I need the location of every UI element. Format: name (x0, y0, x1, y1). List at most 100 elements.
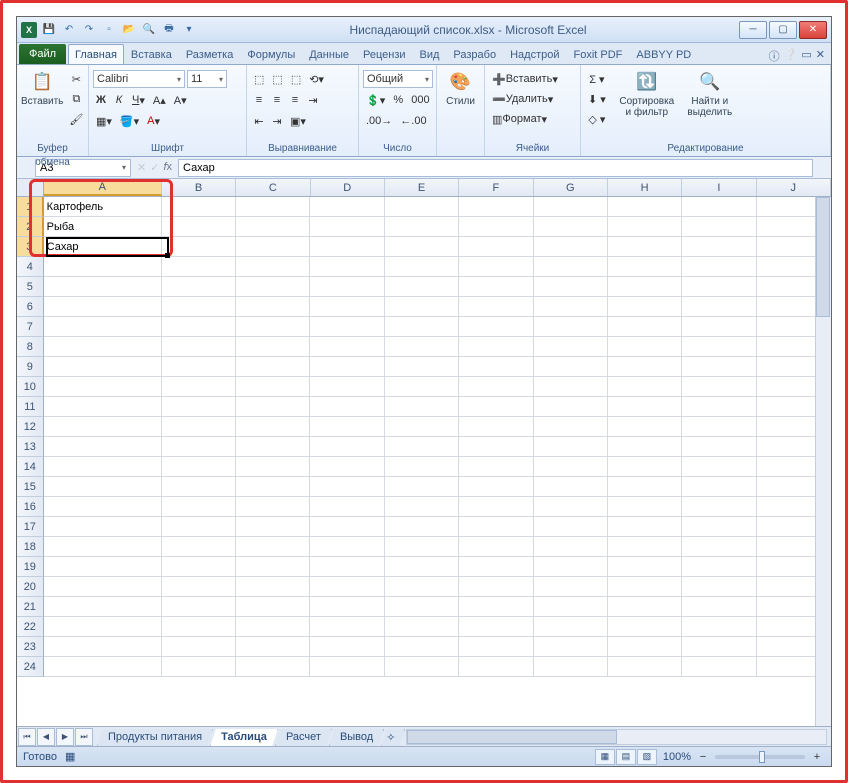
save-icon[interactable]: 💾 (41, 22, 57, 38)
mdi-close-icon[interactable]: ✕ (816, 48, 825, 64)
cell[interactable] (608, 577, 682, 597)
row-header[interactable]: 17 (17, 517, 44, 537)
cell[interactable] (608, 337, 682, 357)
cut-icon[interactable]: ✂ (66, 70, 86, 88)
minimize-ribbon-icon[interactable]: ⓘ (769, 48, 780, 64)
col-header-E[interactable]: E (385, 179, 459, 196)
cell[interactable]: Сахар (44, 237, 162, 257)
row-header[interactable]: 1 (17, 197, 44, 217)
cell[interactable] (162, 477, 236, 497)
row-header[interactable]: 19 (17, 557, 44, 577)
font-name-combo[interactable]: Calibri▾ (93, 70, 185, 88)
tab-formulas[interactable]: Формулы (240, 44, 302, 64)
cell[interactable] (682, 537, 756, 557)
cell[interactable] (310, 377, 384, 397)
align-bottom-icon[interactable]: ⬚ (288, 70, 304, 88)
cell[interactable] (534, 657, 608, 677)
cell[interactable] (682, 217, 756, 237)
row-header[interactable]: 6 (17, 297, 44, 317)
cell[interactable] (682, 237, 756, 257)
cell[interactable] (162, 637, 236, 657)
cell[interactable] (682, 317, 756, 337)
cell[interactable] (236, 337, 310, 357)
row-header[interactable]: 8 (17, 337, 44, 357)
cell[interactable] (682, 277, 756, 297)
cell[interactable] (236, 377, 310, 397)
align-top-icon[interactable]: ⬚ (251, 70, 267, 88)
cell[interactable] (44, 557, 162, 577)
help-icon[interactable]: ❔ (784, 48, 798, 64)
cell[interactable] (385, 437, 459, 457)
cell[interactable] (459, 337, 533, 357)
sheet-nav-last-icon[interactable]: ⏭ (75, 728, 93, 746)
cell[interactable] (608, 597, 682, 617)
autosum-icon[interactable]: Σ ▾ (585, 70, 609, 88)
col-header-A[interactable]: A (44, 179, 162, 196)
mdi-min-icon[interactable]: ▭ (801, 48, 811, 64)
tab-foxit[interactable]: Foxit PDF (567, 44, 630, 64)
border-button[interactable]: ▦▾ (93, 112, 115, 130)
cell[interactable] (608, 217, 682, 237)
cell[interactable] (608, 517, 682, 537)
formula-input[interactable]: Сахар (178, 159, 813, 177)
cell[interactable] (162, 597, 236, 617)
horizontal-scrollbar[interactable] (406, 729, 827, 745)
cell[interactable] (162, 217, 236, 237)
cell[interactable] (534, 317, 608, 337)
cell[interactable] (236, 537, 310, 557)
cell[interactable] (44, 457, 162, 477)
cell[interactable] (44, 597, 162, 617)
cell[interactable] (162, 577, 236, 597)
cell[interactable] (236, 597, 310, 617)
row-header[interactable]: 18 (17, 537, 44, 557)
align-center-icon[interactable]: ≡ (269, 91, 285, 109)
cell[interactable] (682, 337, 756, 357)
col-header-B[interactable]: B (162, 179, 236, 196)
more-icon[interactable]: ▾ (181, 22, 197, 38)
align-middle-icon[interactable]: ⬚ (269, 70, 285, 88)
cell[interactable] (534, 377, 608, 397)
cell[interactable] (385, 297, 459, 317)
worksheet-grid[interactable]: A B C D E F G H I J 1Картофель2Рыба3Саха… (17, 179, 831, 726)
cell[interactable] (459, 457, 533, 477)
increase-decimal-icon[interactable]: .00→ (363, 112, 395, 130)
cell[interactable] (608, 637, 682, 657)
cell[interactable] (310, 277, 384, 297)
row-header[interactable]: 13 (17, 437, 44, 457)
col-header-I[interactable]: I (682, 179, 756, 196)
cell[interactable] (608, 417, 682, 437)
cell[interactable] (534, 577, 608, 597)
cell[interactable] (385, 497, 459, 517)
cell[interactable] (682, 257, 756, 277)
cell[interactable] (385, 617, 459, 637)
cell[interactable] (236, 277, 310, 297)
cell[interactable] (236, 477, 310, 497)
cell[interactable] (459, 517, 533, 537)
orientation-icon[interactable]: ⟲▾ (306, 70, 327, 88)
format-painter-icon[interactable]: 🖌 (66, 110, 86, 128)
cell[interactable]: Картофель (44, 197, 162, 217)
minimize-button[interactable]: ─ (739, 21, 767, 39)
cell[interactable] (608, 237, 682, 257)
cell[interactable] (162, 457, 236, 477)
cell[interactable] (459, 317, 533, 337)
cell[interactable] (310, 437, 384, 457)
cell[interactable] (534, 237, 608, 257)
cell[interactable] (310, 537, 384, 557)
cell[interactable] (608, 497, 682, 517)
cell[interactable] (608, 397, 682, 417)
tab-developer[interactable]: Разрабо (446, 44, 503, 64)
cell[interactable] (385, 457, 459, 477)
cell[interactable] (459, 537, 533, 557)
cell[interactable] (162, 377, 236, 397)
cell[interactable] (44, 337, 162, 357)
cell[interactable] (162, 297, 236, 317)
cell[interactable] (534, 617, 608, 637)
cell[interactable] (162, 237, 236, 257)
cell[interactable] (385, 557, 459, 577)
bold-button[interactable]: Ж (93, 91, 109, 109)
cell[interactable] (682, 577, 756, 597)
cell[interactable] (236, 237, 310, 257)
number-format-combo[interactable]: Общий▾ (363, 70, 433, 88)
macro-record-icon[interactable]: ▦ (65, 750, 75, 763)
